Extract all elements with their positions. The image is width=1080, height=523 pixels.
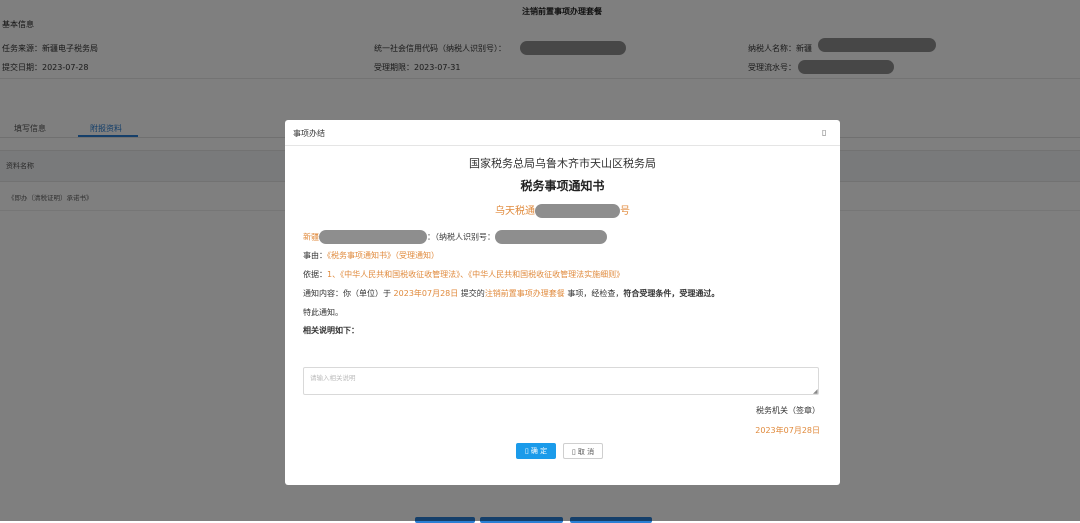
content-tail1: 事项，经检查， xyxy=(564,289,624,298)
document-number: 乌天税通 号 xyxy=(285,202,840,218)
basis-value: 1、《中华人民共和国税收征收管理法》、《中华人民共和国税收征收管理法实施细则》 xyxy=(327,270,625,279)
dialog-title: 事项办结 xyxy=(293,129,325,138)
taxpayer-id-redacted xyxy=(495,230,607,244)
content-label: 通知内容：你（单位）于 xyxy=(303,289,394,298)
content-line: 通知内容：你（单位）于 2023年07月28日 提交的注销前置事项办理套餐 事项… xyxy=(303,288,719,299)
completion-dialog: 事项办结 ▯ 国家税务总局乌鲁木齐市天山区税务局 税务事项通知书 乌天税通 号 新… xyxy=(285,120,840,485)
recipient-prefix: 新疆 xyxy=(303,232,319,242)
dialog-header xyxy=(285,120,840,146)
doc-number-suffix: 号 xyxy=(620,206,630,217)
confirm-button[interactable]: ▯ 确 定 xyxy=(516,443,556,459)
recipient-line: 新疆 ：（纳税人识别号： xyxy=(303,230,607,244)
basis-line: 依据：1、《中华人民共和国税收征收管理法》、《中华人民共和国税收征收管理法实施细… xyxy=(303,269,624,280)
related-label: 相关说明如下： xyxy=(303,326,359,335)
content-tail2: 符合受理条件，受理通过。 xyxy=(623,289,720,298)
content-item: 注销前置事项办理套餐 xyxy=(484,289,565,298)
recipient-redacted xyxy=(319,230,427,244)
resize-handle-icon[interactable]: ◢ xyxy=(813,388,818,395)
remark-input[interactable] xyxy=(303,367,819,395)
bureau-name: 国家税务总局乌鲁木齐市天山区税务局 xyxy=(469,157,656,170)
notice-title: 税务事项通知书 xyxy=(520,179,605,193)
doc-number-prefix: 乌天税通 xyxy=(495,206,535,217)
reason-line: 事由：《税务事项通知书》（受理通知） xyxy=(303,250,439,261)
taxpayer-id-label: ：（纳税人识别号： xyxy=(427,232,495,242)
basis-label: 依据： xyxy=(303,270,327,279)
reason-value: 《税务事项通知书》（受理通知） xyxy=(327,251,439,260)
seal-label: 税务机关（签章） xyxy=(756,406,820,415)
close-icon[interactable]: ▯ xyxy=(822,128,826,137)
content-date: 2023年07月28日 xyxy=(393,289,459,298)
sign-date: 2023年07月28日 xyxy=(755,426,820,435)
reason-label: 事由： xyxy=(303,251,327,260)
cancel-button[interactable]: ▯ 取 消 xyxy=(563,443,603,459)
notice-end: 特此通知。 xyxy=(303,308,343,317)
doc-number-redacted xyxy=(535,204,620,218)
content-mid: 提交的 xyxy=(458,289,485,298)
